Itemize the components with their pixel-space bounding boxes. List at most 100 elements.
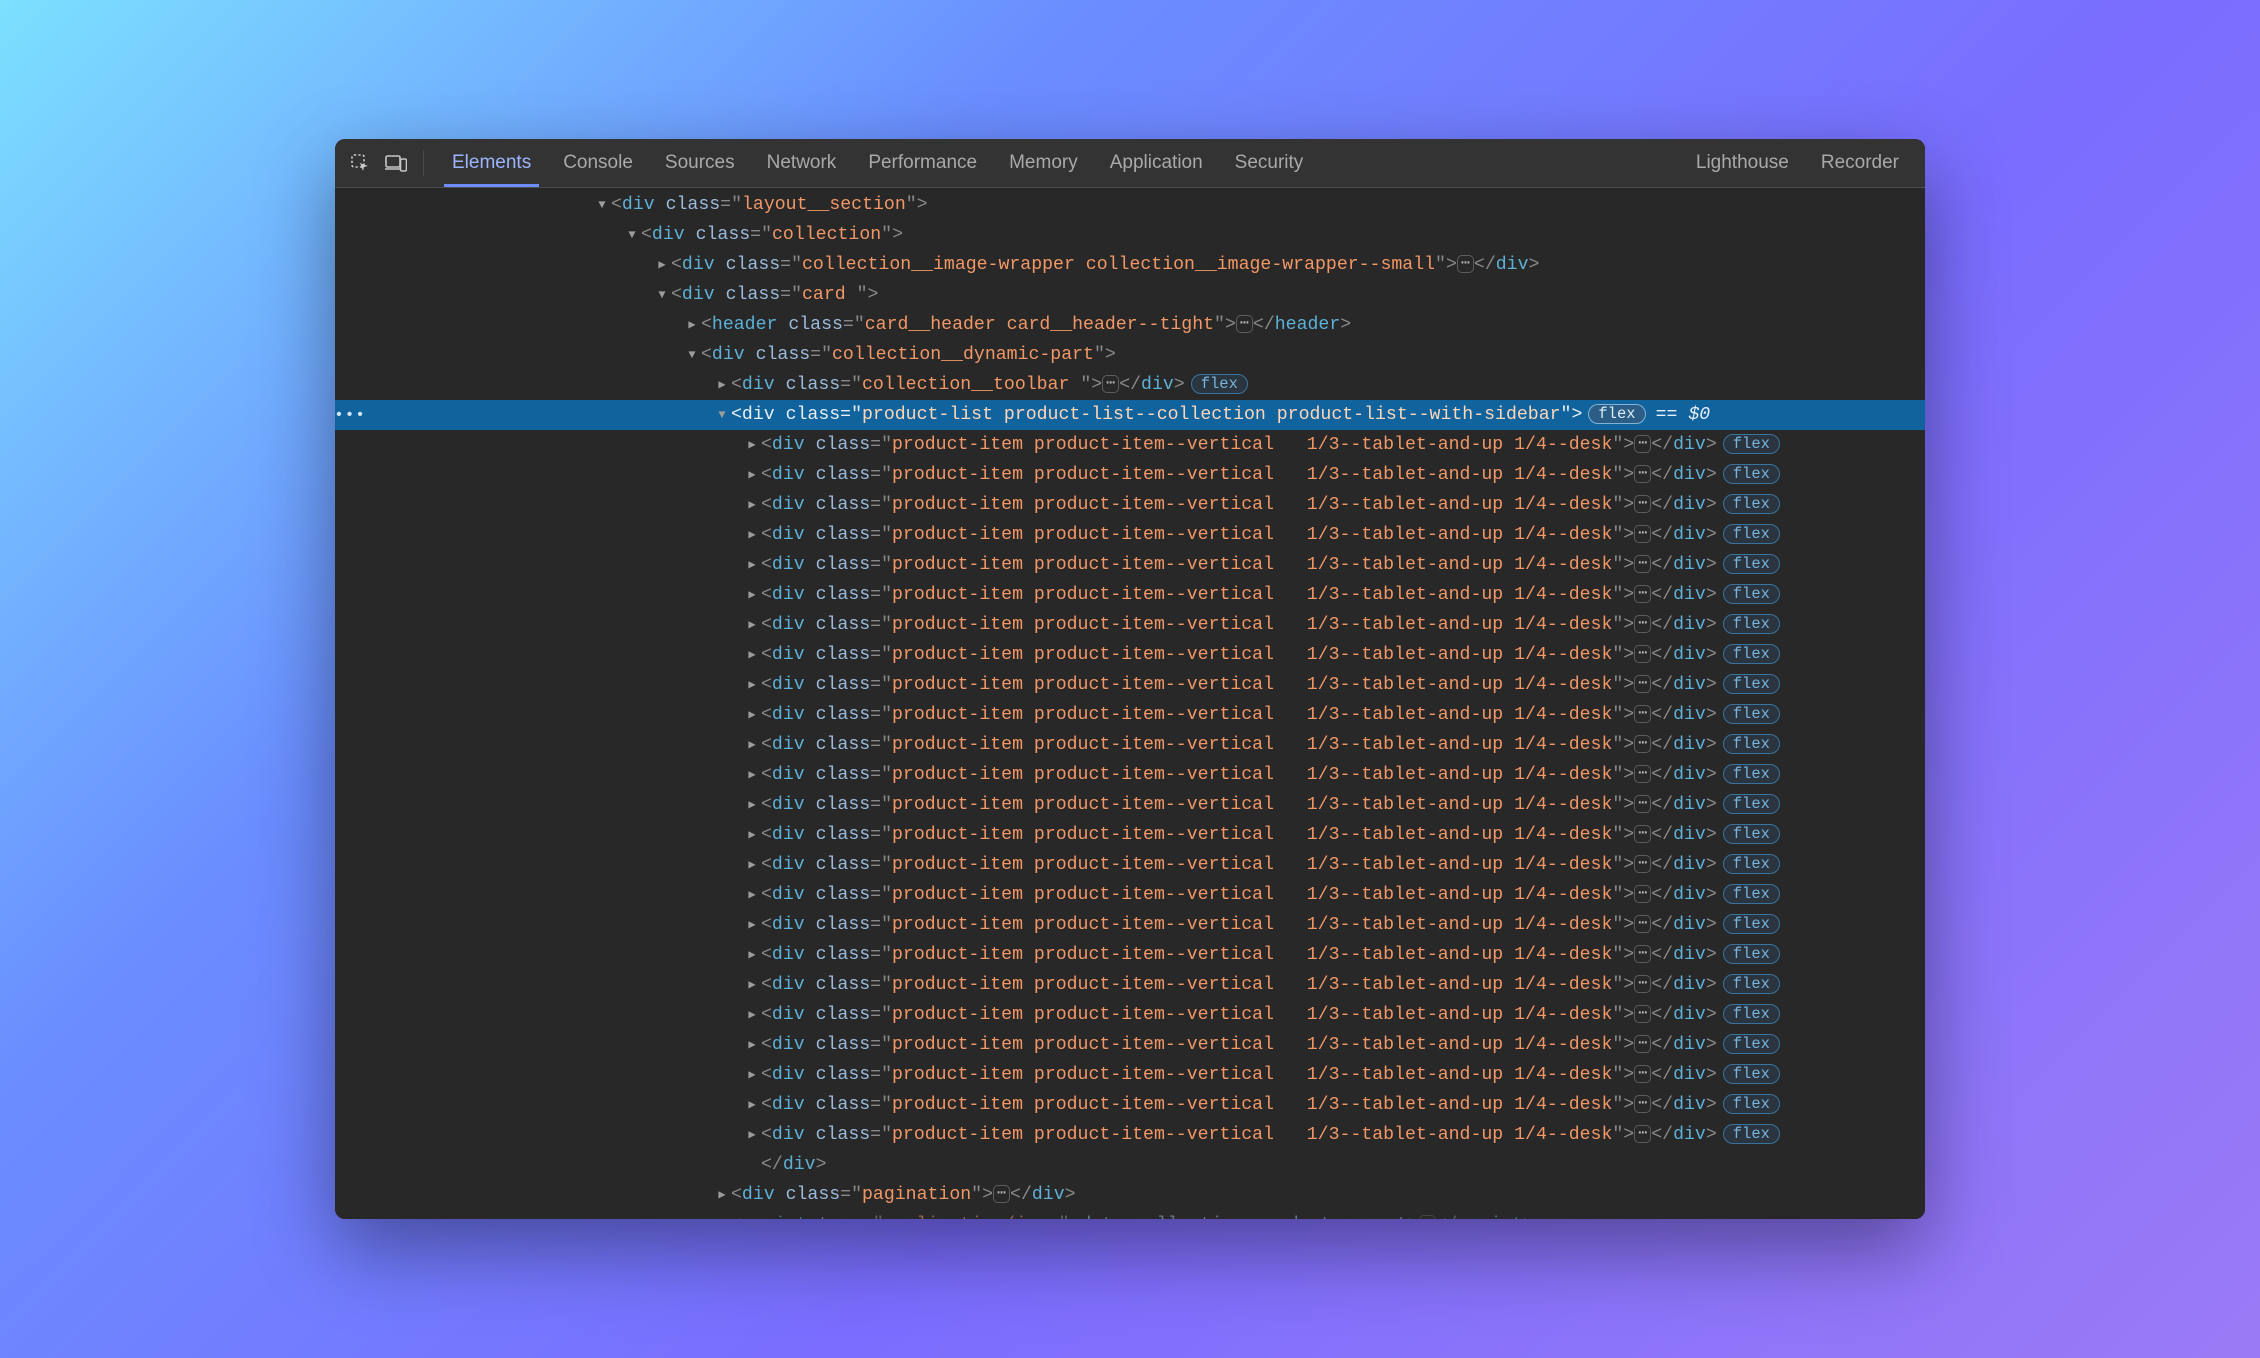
dom-tree-node[interactable]: <div class="card "> <box>365 280 1925 310</box>
dom-tree[interactable]: <div class="layout__section"><div class=… <box>365 188 1925 1219</box>
disclosure-collapsed-icon[interactable] <box>745 700 759 730</box>
dom-tree-node[interactable]: <div class="product-item product-item--v… <box>365 910 1925 940</box>
disclosure-expanded-icon[interactable] <box>625 220 639 250</box>
dom-tree-node[interactable]: <div class="product-item product-item--v… <box>365 760 1925 790</box>
dom-tree-node[interactable]: <div class="product-item product-item--v… <box>365 850 1925 880</box>
flex-badge[interactable]: flex <box>1723 854 1780 874</box>
dom-tree-node[interactable]: <script type="application/json" data-col… <box>365 1210 1925 1219</box>
disclosure-collapsed-icon[interactable] <box>715 1210 729 1219</box>
disclosure-collapsed-icon[interactable] <box>745 790 759 820</box>
flex-badge[interactable]: flex <box>1723 704 1780 724</box>
expand-ellipsis-icon[interactable]: ⋯ <box>1634 1065 1651 1083</box>
expand-ellipsis-icon[interactable]: ⋯ <box>1419 1215 1436 1219</box>
flex-badge[interactable]: flex <box>1723 734 1780 754</box>
dom-tree-node[interactable]: <div class="product-item product-item--v… <box>365 490 1925 520</box>
dom-tree-node[interactable]: <div class="product-item product-item--v… <box>365 1000 1925 1030</box>
expand-ellipsis-icon[interactable]: ⋯ <box>1634 525 1651 543</box>
tab-elements[interactable]: Elements <box>436 139 547 187</box>
dom-tree-node[interactable]: <div class="product-item product-item--v… <box>365 790 1925 820</box>
disclosure-collapsed-icon[interactable] <box>745 1090 759 1120</box>
flex-badge[interactable]: flex <box>1723 524 1780 544</box>
tab-network[interactable]: Network <box>751 139 853 187</box>
expand-ellipsis-icon[interactable]: ⋯ <box>1634 615 1651 633</box>
dom-tree-node[interactable]: <div class="product-item product-item--v… <box>365 430 1925 460</box>
disclosure-collapsed-icon[interactable] <box>745 730 759 760</box>
expand-ellipsis-icon[interactable]: ⋯ <box>1634 975 1651 993</box>
disclosure-expanded-icon[interactable] <box>685 340 699 370</box>
disclosure-expanded-icon[interactable] <box>655 280 669 310</box>
tab-application[interactable]: Application <box>1094 139 1219 187</box>
expand-ellipsis-icon[interactable]: ⋯ <box>1634 945 1651 963</box>
dom-tree-node[interactable]: </div> <box>365 1150 1925 1180</box>
dom-tree-node[interactable]: <div class="product-item product-item--v… <box>365 730 1925 760</box>
expand-ellipsis-icon[interactable]: ⋯ <box>1634 585 1651 603</box>
flex-badge[interactable]: flex <box>1723 944 1780 964</box>
disclosure-collapsed-icon[interactable] <box>745 880 759 910</box>
dom-tree-node[interactable]: <div class="product-item product-item--v… <box>365 820 1925 850</box>
expand-ellipsis-icon[interactable]: ⋯ <box>1457 255 1474 273</box>
dom-tree-node[interactable]: <div class="product-item product-item--v… <box>365 1060 1925 1090</box>
dom-tree-node[interactable]: <div class="layout__section"> <box>365 190 1925 220</box>
disclosure-collapsed-icon[interactable] <box>745 640 759 670</box>
flex-badge[interactable]: flex <box>1723 644 1780 664</box>
tab-console[interactable]: Console <box>547 139 649 187</box>
dom-tree-node[interactable]: <div class="product-item product-item--v… <box>365 700 1925 730</box>
disclosure-collapsed-icon[interactable] <box>745 760 759 790</box>
tab-lighthouse[interactable]: Lighthouse <box>1680 139 1805 187</box>
inspect-element-icon[interactable] <box>345 148 375 178</box>
disclosure-collapsed-icon[interactable] <box>745 670 759 700</box>
disclosure-collapsed-icon[interactable] <box>745 1060 759 1090</box>
expand-ellipsis-icon[interactable]: ⋯ <box>1634 495 1651 513</box>
flex-badge[interactable]: flex <box>1723 674 1780 694</box>
expand-ellipsis-icon[interactable]: ⋯ <box>1634 795 1651 813</box>
disclosure-collapsed-icon[interactable] <box>715 1180 729 1210</box>
disclosure-collapsed-icon[interactable] <box>745 940 759 970</box>
dom-tree-node[interactable]: <div class="product-item product-item--v… <box>365 550 1925 580</box>
dom-tree-node[interactable]: <div class="collection__image-wrapper co… <box>365 250 1925 280</box>
flex-badge[interactable]: flex <box>1723 434 1780 454</box>
flex-badge[interactable]: flex <box>1723 794 1780 814</box>
expand-ellipsis-icon[interactable]: ⋯ <box>1634 1125 1651 1143</box>
expand-ellipsis-icon[interactable]: ⋯ <box>1634 645 1651 663</box>
expand-ellipsis-icon[interactable]: ⋯ <box>1634 675 1651 693</box>
flex-badge[interactable]: flex <box>1723 974 1780 994</box>
expand-ellipsis-icon[interactable]: ⋯ <box>1634 705 1651 723</box>
disclosure-collapsed-icon[interactable] <box>745 1120 759 1150</box>
dom-tree-node[interactable]: <div class="product-item product-item--v… <box>365 970 1925 1000</box>
tab-recorder[interactable]: Recorder <box>1805 139 1915 187</box>
disclosure-collapsed-icon[interactable] <box>745 520 759 550</box>
dom-tree-node[interactable]: <div class="product-item product-item--v… <box>365 1120 1925 1150</box>
disclosure-collapsed-icon[interactable] <box>745 1030 759 1060</box>
expand-ellipsis-icon[interactable]: ⋯ <box>1634 1095 1651 1113</box>
flex-badge[interactable]: flex <box>1723 494 1780 514</box>
disclosure-expanded-icon[interactable] <box>715 400 729 430</box>
disclosure-collapsed-icon[interactable] <box>745 430 759 460</box>
tab-memory[interactable]: Memory <box>993 139 1094 187</box>
flex-badge[interactable]: flex <box>1723 764 1780 784</box>
expand-ellipsis-icon[interactable]: ⋯ <box>1634 915 1651 933</box>
disclosure-collapsed-icon[interactable] <box>745 610 759 640</box>
flex-badge[interactable]: flex <box>1588 404 1645 424</box>
flex-badge[interactable]: flex <box>1723 1094 1780 1114</box>
disclosure-expanded-icon[interactable] <box>595 190 609 220</box>
expand-ellipsis-icon[interactable]: ⋯ <box>1634 885 1651 903</box>
dom-tree-node[interactable]: <div class="product-item product-item--v… <box>365 610 1925 640</box>
disclosure-collapsed-icon[interactable] <box>715 370 729 400</box>
flex-badge[interactable]: flex <box>1191 374 1248 394</box>
flex-badge[interactable]: flex <box>1723 614 1780 634</box>
disclosure-collapsed-icon[interactable] <box>685 310 699 340</box>
flex-badge[interactable]: flex <box>1723 554 1780 574</box>
disclosure-collapsed-icon[interactable] <box>745 850 759 880</box>
disclosure-collapsed-icon[interactable] <box>745 460 759 490</box>
expand-ellipsis-icon[interactable]: ⋯ <box>1236 315 1253 333</box>
expand-ellipsis-icon[interactable]: ⋯ <box>1634 735 1651 753</box>
disclosure-collapsed-icon[interactable] <box>745 580 759 610</box>
dom-tree-node[interactable]: <div class="product-item product-item--v… <box>365 670 1925 700</box>
flex-badge[interactable]: flex <box>1723 914 1780 934</box>
tab-sources[interactable]: Sources <box>649 139 751 187</box>
dom-tree-node[interactable]: <div class="collection"> <box>365 220 1925 250</box>
dom-tree-node[interactable]: <div class="product-item product-item--v… <box>365 1030 1925 1060</box>
disclosure-collapsed-icon[interactable] <box>745 970 759 1000</box>
dom-tree-node[interactable]: <div class="product-item product-item--v… <box>365 520 1925 550</box>
expand-ellipsis-icon[interactable]: ⋯ <box>1634 855 1651 873</box>
